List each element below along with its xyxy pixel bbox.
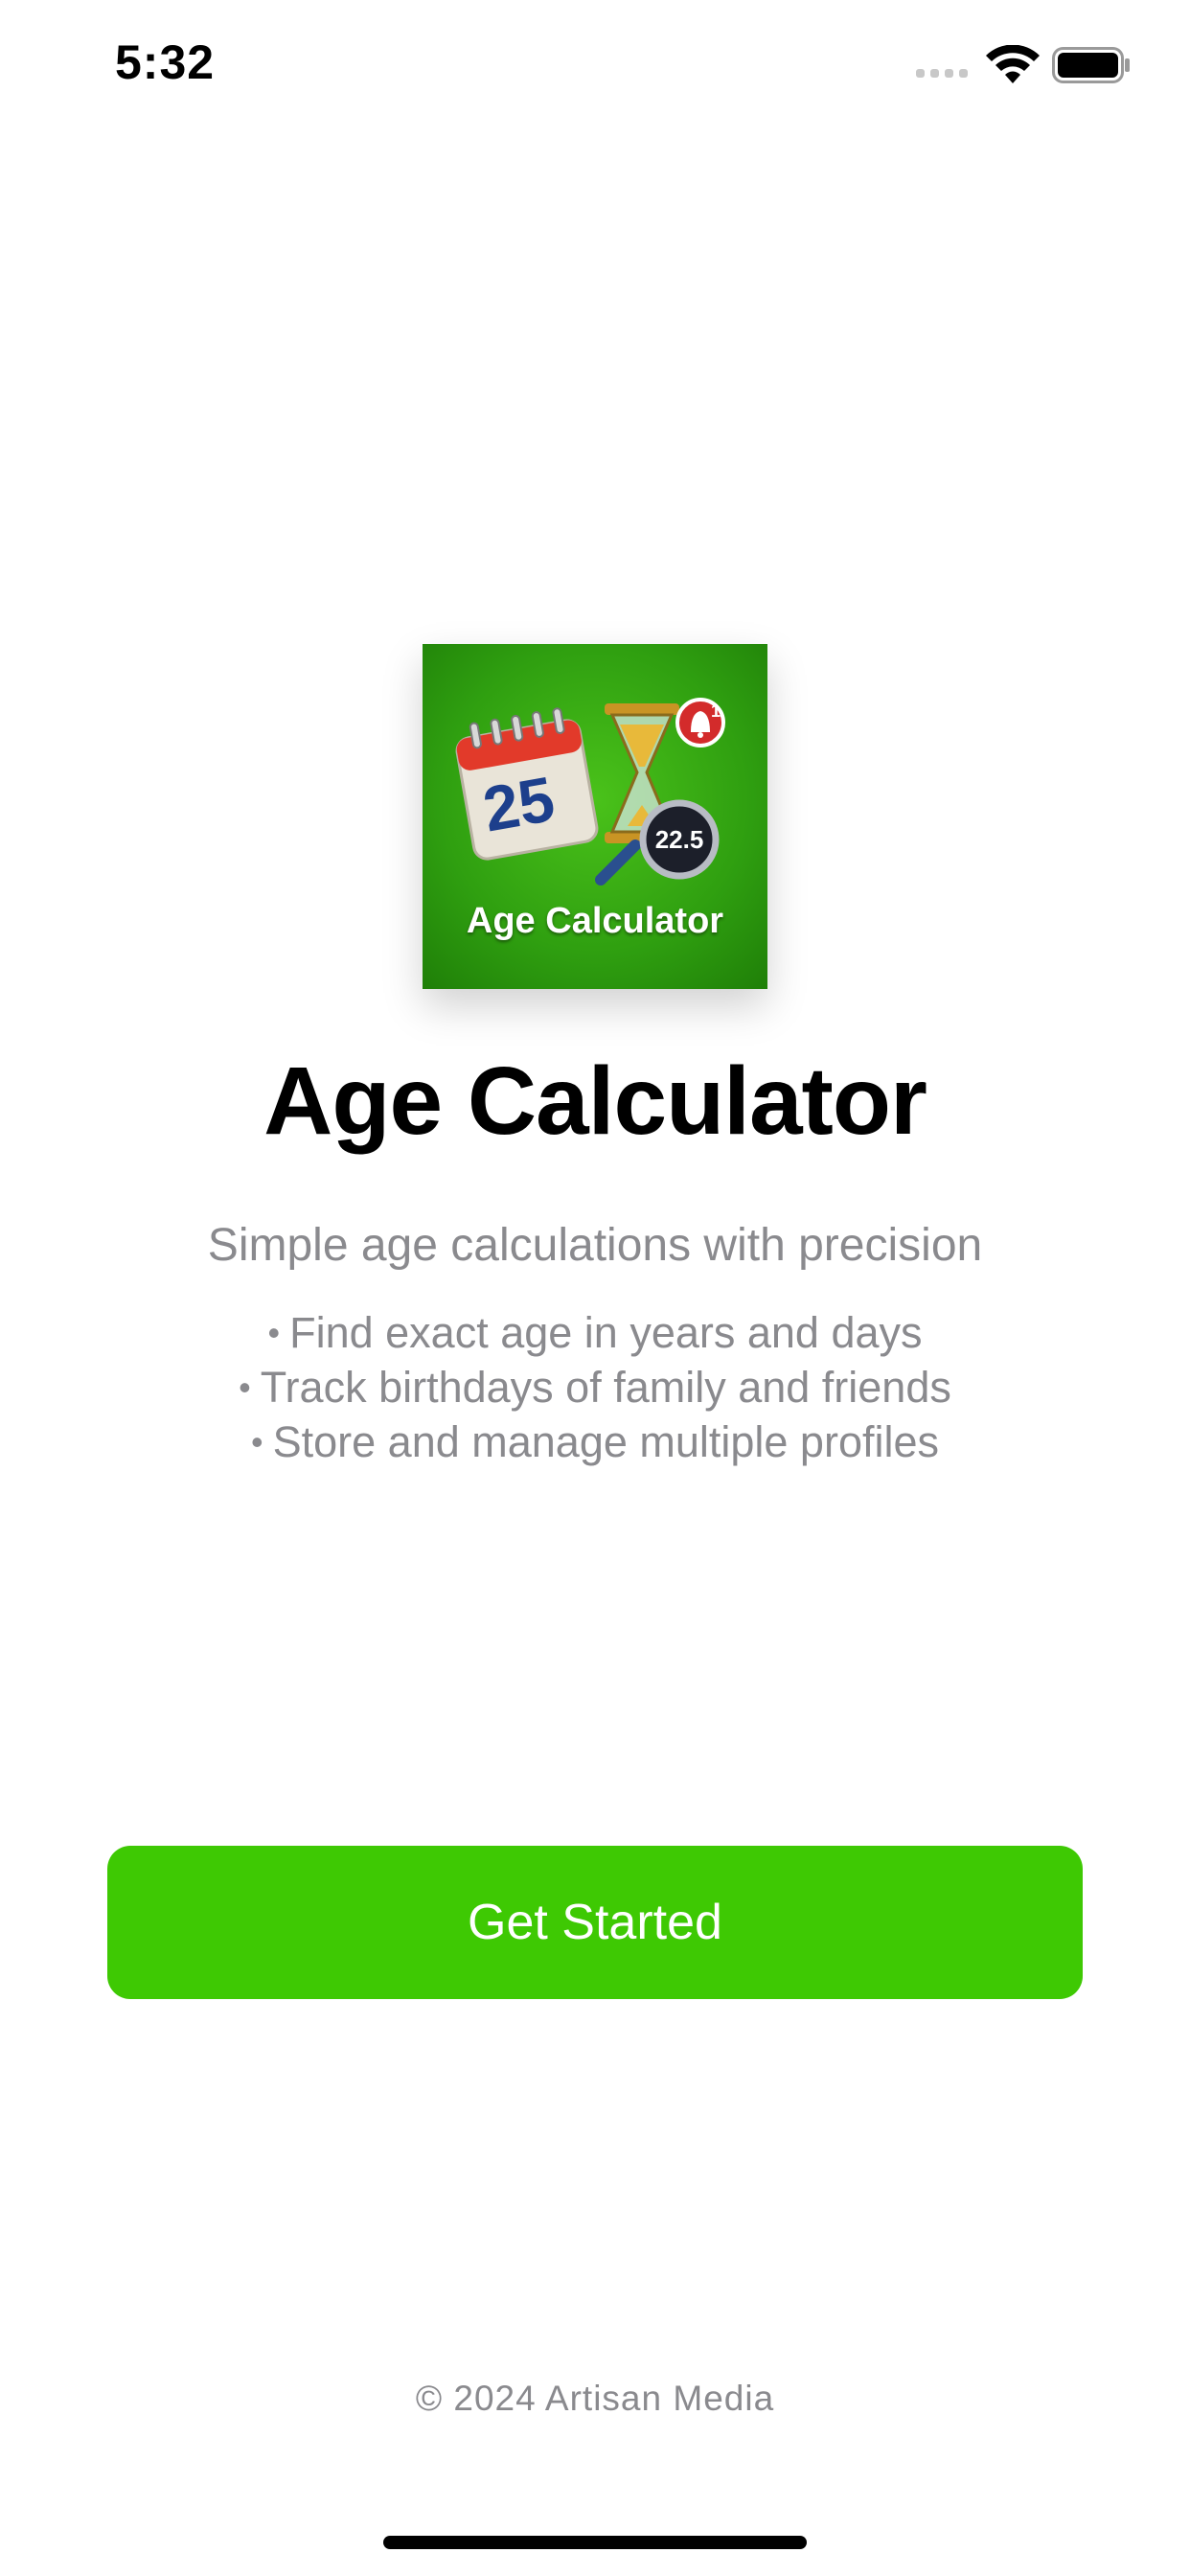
svg-text:25: 25 [478,763,560,845]
tagline: Simple age calculations with precision [207,1220,983,1271]
svg-text:22.5: 22.5 [655,825,704,854]
copyright-text: © 2024 Artisan Media [415,2379,775,2418]
feature-list: Find exact age in years and days Track b… [0,1307,1190,1471]
status-time: 5:32 [115,35,216,89]
calendar-icon: 25 [455,707,599,861]
feature-item: Track birthdays of family and friends [0,1362,1190,1416]
app-icon: 25 1 22.5 Age Calculator [423,644,767,989]
wifi-icon [986,45,1040,83]
battery-icon [1052,47,1130,83]
feature-item: Store and manage multiple profiles [0,1416,1190,1471]
page-title: Age Calculator [263,1047,927,1155]
get-started-button[interactable]: Get Started [107,1846,1083,1999]
bell-icon: 1 [675,698,725,748]
svg-text:1: 1 [711,702,721,721]
status-bar: 5:32 [0,0,1190,134]
app-icon-label: Age Calculator [466,901,724,941]
home-indicator[interactable] [383,2536,807,2549]
cellular-signal-icon [916,69,968,78]
feature-item: Find exact age in years and days [0,1307,1190,1362]
